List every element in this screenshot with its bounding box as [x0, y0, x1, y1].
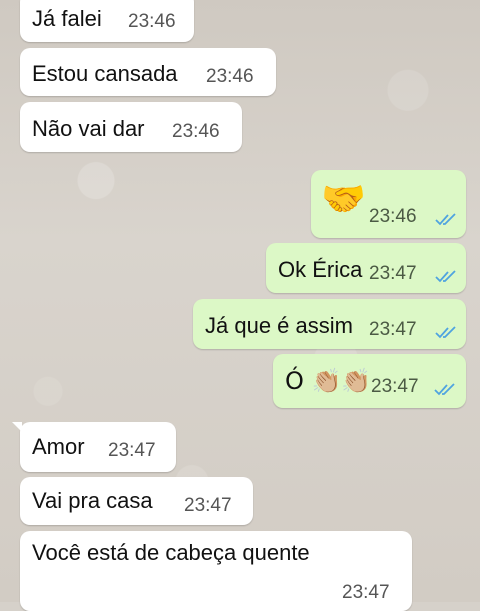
read-receipt-icon	[434, 383, 455, 396]
message-text: Ó 👏🏼👏🏼	[285, 367, 372, 395]
message-text: Já falei	[32, 6, 102, 31]
read-receipt-icon	[435, 326, 456, 339]
incoming-message-amor[interactable]: Amor 23:47	[12, 422, 176, 472]
outgoing-message-ja-que-e-assim[interactable]: Já que é assim 23:47	[193, 299, 466, 349]
message-time: 23:46	[369, 206, 417, 227]
outgoing-message-ok-erica[interactable]: Ok Érica 23:47	[266, 243, 466, 293]
message-time: 23:47	[184, 495, 232, 516]
read-receipt-icon	[435, 213, 456, 226]
message-time: 23:47	[342, 582, 390, 603]
message-text: Não vai dar	[32, 116, 145, 141]
handshake-emoji-icon: 🤝	[321, 179, 366, 220]
incoming-message-estou-cansada[interactable]: Estou cansada 23:46	[20, 48, 276, 96]
incoming-message-nao-vai-dar[interactable]: Não vai dar 23:46	[20, 102, 242, 152]
message-text: Você está de cabeça quente	[32, 540, 310, 565]
bubble-tail	[12, 422, 22, 432]
message-text: Ok Érica	[278, 257, 363, 282]
message-time: 23:47	[369, 263, 417, 284]
read-receipt-icon	[435, 270, 456, 283]
outgoing-message-clapping[interactable]: Ó 👏🏼👏🏼 23:47	[273, 354, 466, 408]
message-text: Estou cansada	[32, 61, 178, 86]
message-time: 23:47	[369, 319, 417, 340]
message-text: Amor	[32, 434, 85, 459]
message-time: 23:47	[371, 376, 419, 397]
message-text: Vai pra casa	[32, 488, 153, 513]
message-time: 23:47	[108, 440, 156, 461]
incoming-message-voce-esta-de-cabeca-quente[interactable]: Você está de cabeça quente 23:47	[20, 531, 412, 611]
message-time: 23:46	[128, 11, 176, 32]
incoming-message-ja-falei[interactable]: Já falei 23:46	[20, 0, 194, 42]
message-time: 23:46	[206, 66, 254, 87]
message-time: 23:46	[172, 121, 220, 142]
message-text: Já que é assim	[205, 313, 353, 338]
incoming-message-vai-pra-casa[interactable]: Vai pra casa 23:47	[20, 477, 253, 525]
outgoing-message-handshake[interactable]: 🤝 23:46	[311, 170, 466, 238]
